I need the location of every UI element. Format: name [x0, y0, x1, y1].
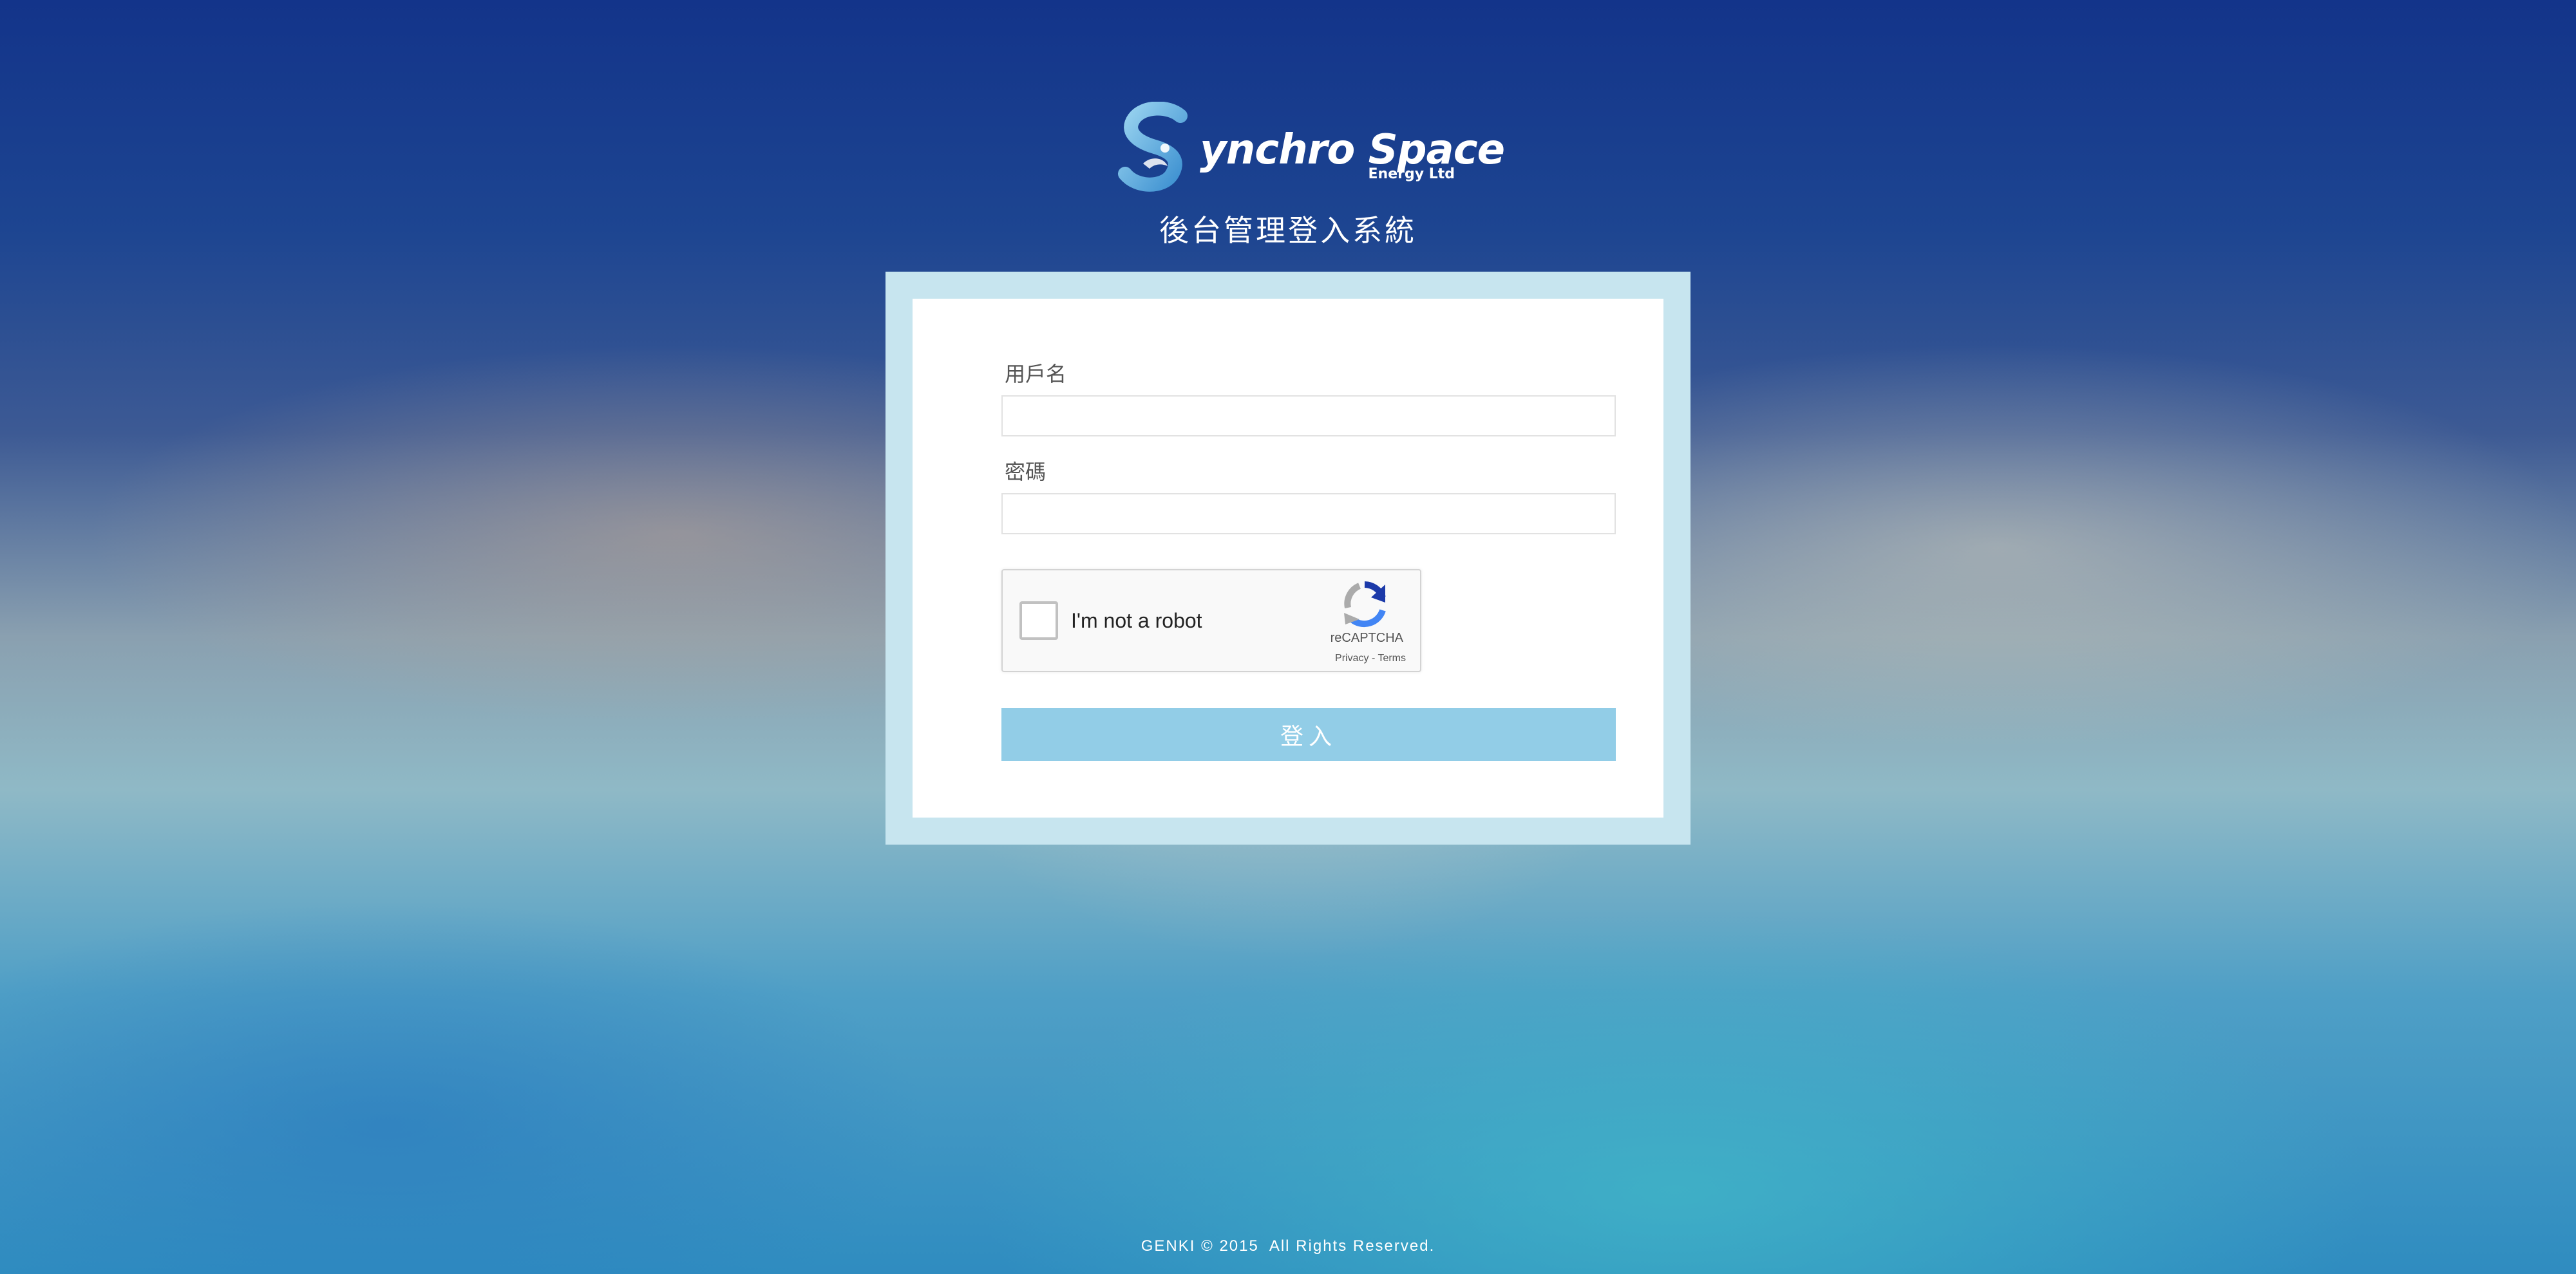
logo-subtitle: Energy Ltd [1368, 166, 1455, 182]
recaptcha-widget: I'm not a robot reCAPTCHA Privacy - Term… [1001, 569, 1421, 672]
recaptcha-terms-link[interactable]: Terms [1378, 653, 1406, 664]
brand-logo: ynchro Space Energy Ltd [1117, 102, 1505, 195]
login-button[interactable]: 登入 [1001, 708, 1616, 761]
recaptcha-links: Privacy - Terms [1335, 653, 1406, 664]
recaptcha-checkbox-label: I'm not a robot [1071, 609, 1202, 632]
recaptcha-icon [1344, 581, 1386, 628]
recaptcha-links-separator: - [1368, 653, 1378, 664]
footer-copyright: GENKI © 2015 All Rights Reserved. [1141, 1237, 1435, 1255]
password-label: 密碼 [1005, 460, 1046, 484]
recaptcha-brand: reCAPTCHA [1330, 631, 1403, 645]
username-label: 用戶名 [1005, 362, 1067, 386]
password-input[interactable] [1001, 493, 1616, 534]
page-title: 後台管理登入系統 [1159, 213, 1417, 248]
login-panel: 用戶名 密碼 I'm not a robot reCAPTCHA Privacy… [913, 299, 1663, 818]
recaptcha-checkbox[interactable] [1019, 601, 1058, 640]
login-panel-frame: 用戶名 密碼 I'm not a robot reCAPTCHA Privacy… [886, 272, 1690, 845]
logo-name: ynchro Space [1200, 126, 1505, 174]
synchro-space-s-logo-icon [1118, 102, 1188, 192]
username-input[interactable] [1001, 395, 1616, 436]
recaptcha-privacy-link[interactable]: Privacy [1335, 653, 1368, 664]
